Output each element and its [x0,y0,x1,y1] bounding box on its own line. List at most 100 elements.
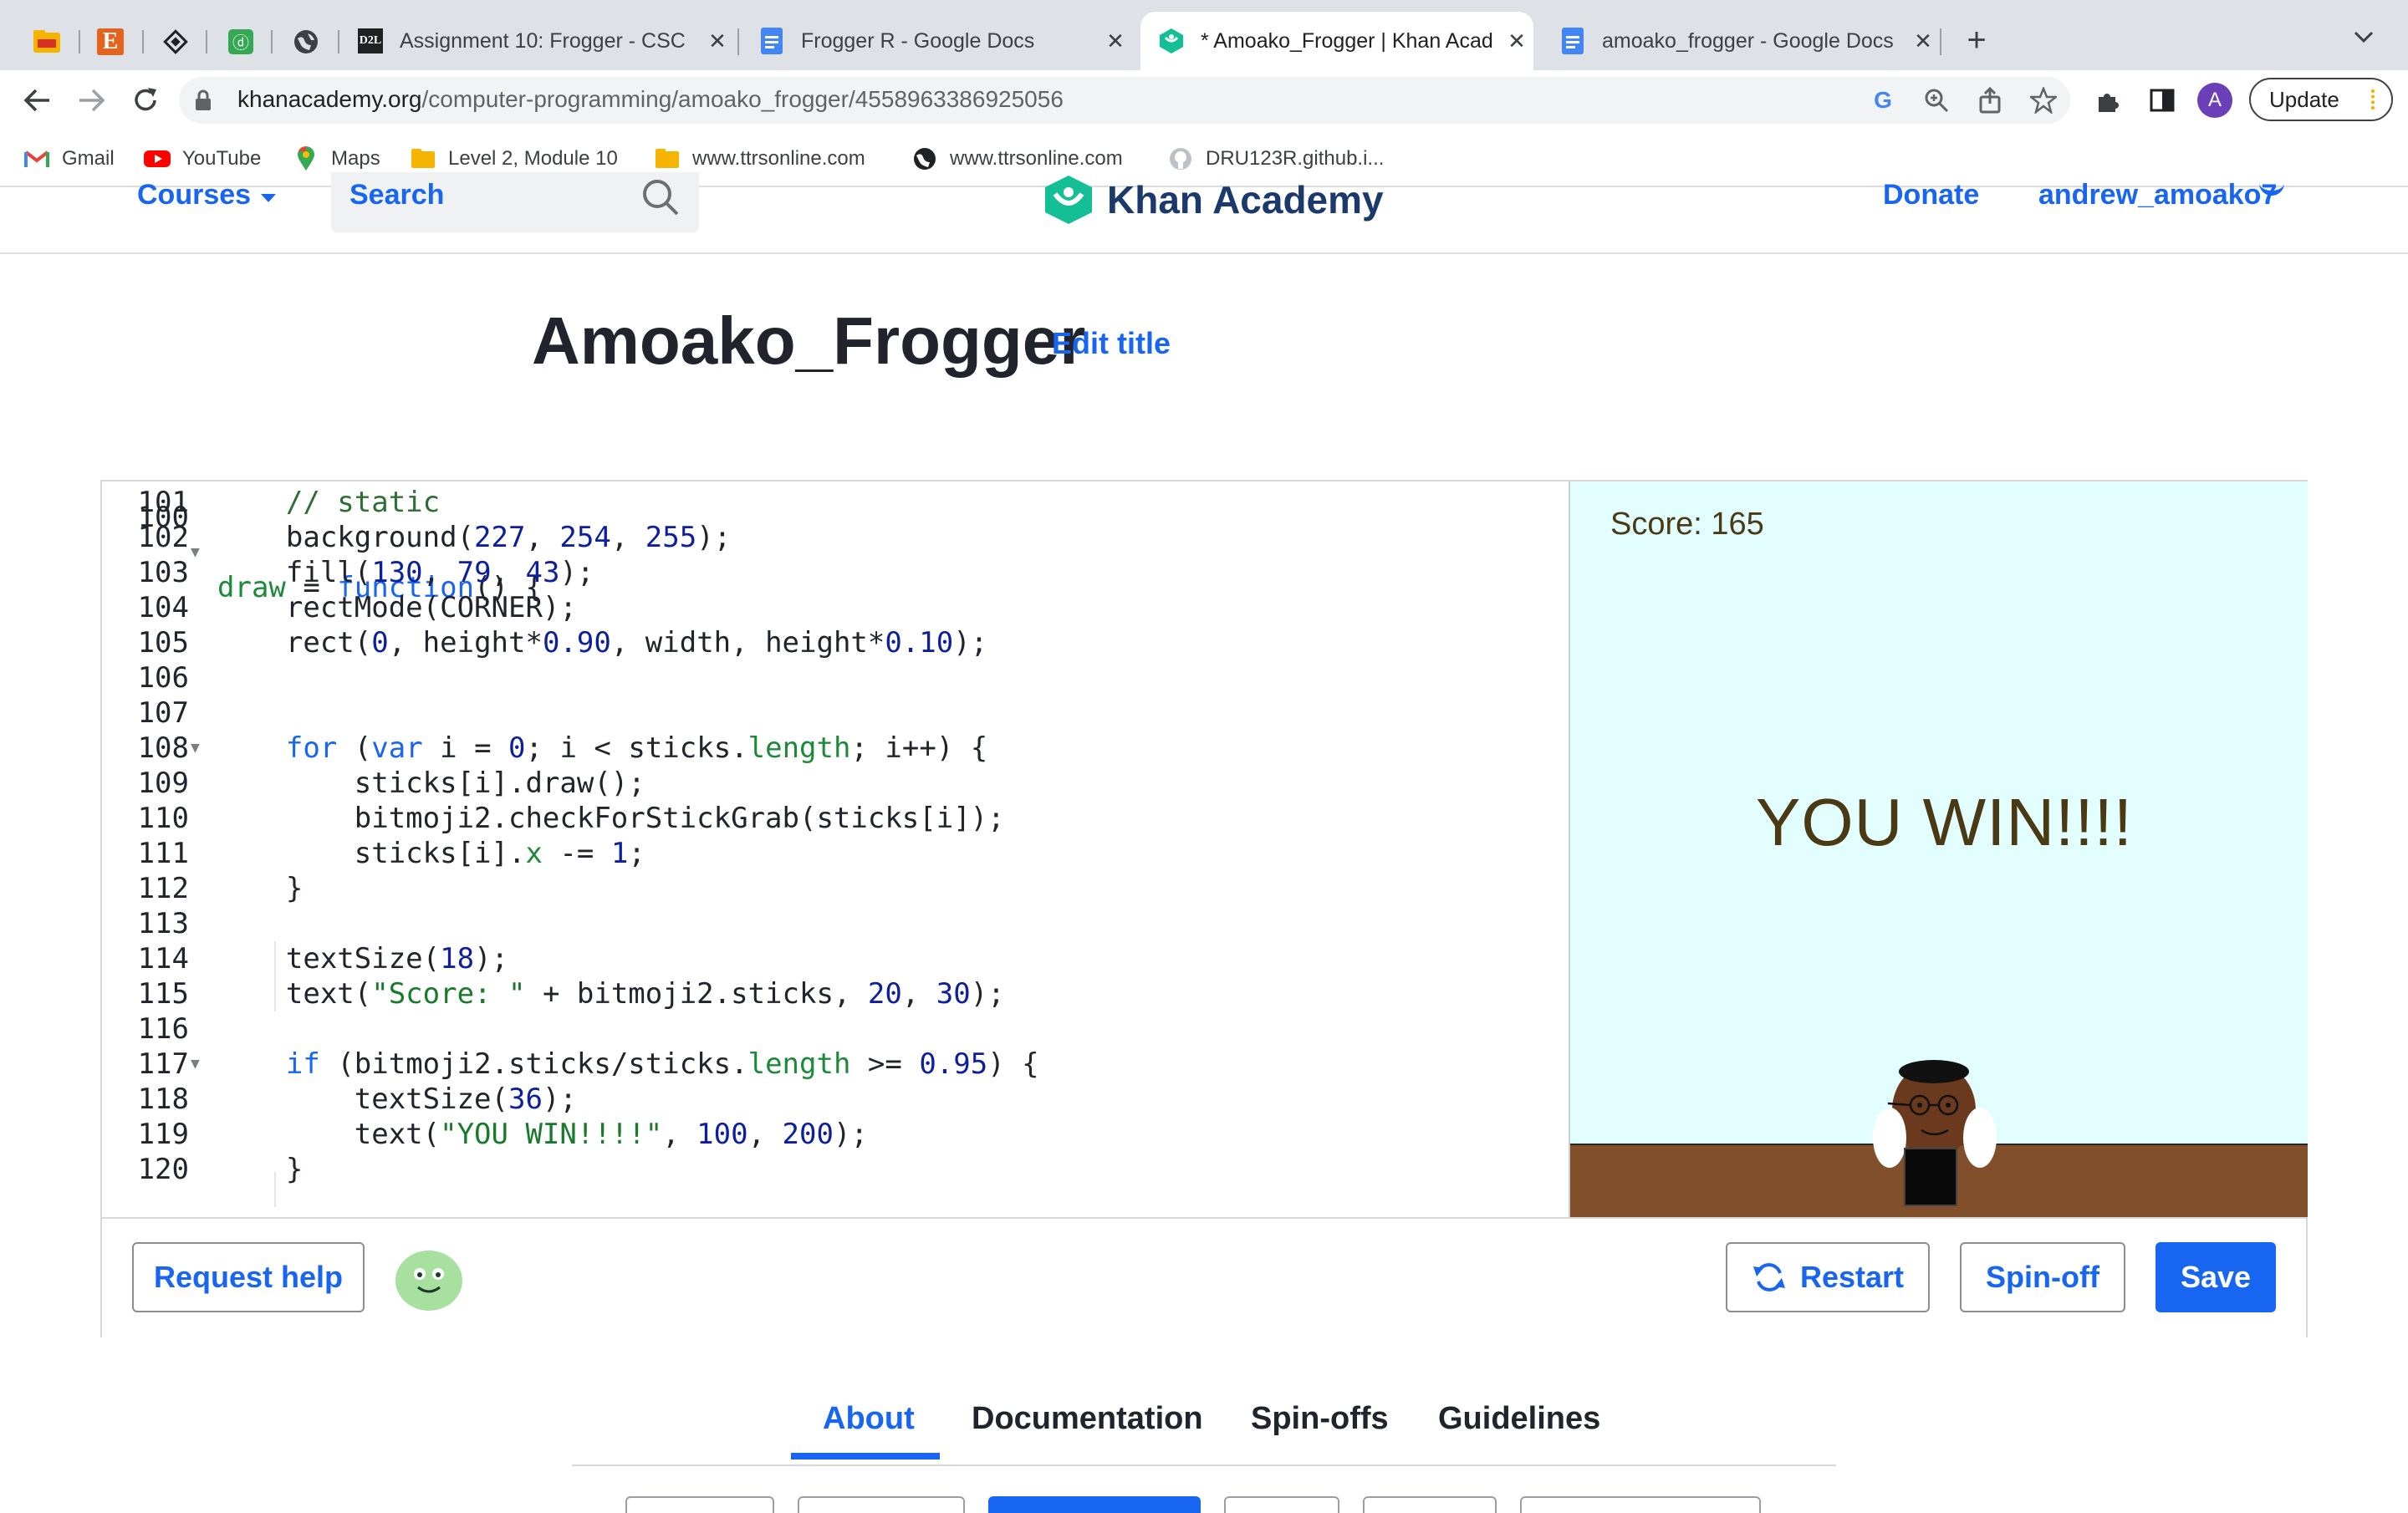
code-line[interactable]: 120 } [102,1152,1569,1187]
code-line[interactable]: 101 // static [102,485,1569,520]
google-icon[interactable]: G [1866,84,1900,117]
code-line[interactable]: 103 fill(130, 79, 43); [102,555,1569,590]
pinned-tab-folder[interactable] [27,22,67,62]
donate-link[interactable]: Donate [1883,179,1979,211]
fold-arrow-icon[interactable]: ▼ [191,731,200,766]
close-icon[interactable]: ✕ [1500,28,1533,54]
reload-button[interactable] [125,80,166,120]
tab-about[interactable]: About [823,1401,915,1437]
code-line[interactable]: 117 ▼ if (bitmoji2.sticks/sticks.length >… [102,1047,1569,1082]
code-line[interactable]: 110 bitmoji2.checkForStickGrab(sticks[i]… [102,801,1569,836]
code-line[interactable]: 106 [102,660,1569,695]
tab-frogger-r[interactable]: Frogger R - Google Docs ✕ [741,12,1132,70]
code-line[interactable]: 118 textSize(36); [102,1082,1569,1117]
tab-khan-academy[interactable]: * Amoako_Frogger | Khan Acad ✕ [1140,12,1533,70]
close-icon[interactable]: ✕ [701,28,734,54]
bookmark-level2[interactable]: Level 2, Module 10 [410,142,618,176]
code-text: textSize(18); [217,942,509,976]
code-line[interactable]: 102 background(227, 254, 255); [102,520,1569,555]
pill-button-active[interactable] [988,1496,1201,1513]
request-help-button[interactable]: Request help [132,1242,365,1312]
pinned-tab-diamond[interactable] [156,22,196,62]
line-number: 109 [137,767,189,800]
extensions-icon[interactable] [2092,84,2125,117]
close-icon[interactable]: ✕ [1906,28,1940,54]
url-text[interactable]: khanacademy.org/computer-programming/amo… [237,86,1064,113]
courses-menu[interactable]: Courses [137,179,278,211]
code-line[interactable]: 116 [102,1011,1569,1047]
profile-avatar[interactable]: A [2197,83,2232,118]
tab-assignment[interactable]: D2L Assignment 10: Frogger - CSC ✕ [339,12,734,70]
google-docs-icon [758,27,786,55]
app-icon: ⓓ [228,29,253,54]
code-line[interactable]: 112 } [102,871,1569,906]
program-output-canvas[interactable]: Score: 165 YOU WIN!!!! [1569,481,2308,1217]
pinned-tab-e[interactable]: E [90,22,130,62]
edit-title-link[interactable]: Edit title [1052,326,1171,361]
back-button[interactable] [17,80,57,120]
save-button[interactable]: Save [2155,1242,2276,1312]
avatar[interactable] [393,1244,465,1318]
github-icon [1167,145,1194,172]
code-line[interactable]: 114 textSize(18); [102,941,1569,976]
tab-search-chevron-icon[interactable] [2353,25,2375,51]
code-line[interactable]: 119 text("YOU WIN!!!!", 100, 200); [102,1117,1569,1152]
tab-guidelines[interactable]: Guidelines [1438,1401,1600,1437]
code-line[interactable]: 111 sticks[i].x -= 1; [102,836,1569,871]
search-placeholder: Search [349,179,445,211]
tab-spin-offs[interactable]: Spin-offs [1251,1401,1389,1437]
star-icon[interactable] [2027,84,2060,117]
maps-icon [293,145,319,172]
zoom-icon[interactable] [1920,84,1953,117]
bookmark-ttrs-1[interactable]: www.ttrsonline.com [654,142,865,176]
khan-academy-logo[interactable]: Khan Academy [1043,174,1384,226]
update-button[interactable]: Update [2249,78,2393,121]
code-line[interactable]: 105 rect(0, height*0.90, width, height*0… [102,625,1569,660]
restart-button[interactable]: Restart [1726,1242,1930,1312]
tab-documentation[interactable]: Documentation [972,1401,1203,1437]
code-line[interactable]: 113 [102,906,1569,941]
new-tab-button[interactable]: + [1956,22,1997,59]
code-line[interactable]: 107 [102,695,1569,731]
spin-off-button[interactable]: Spin-off [1960,1242,2125,1312]
code-text: textSize(36); [217,1083,577,1116]
fold-arrow-icon[interactable]: ▼ [191,1047,200,1082]
bookmark-label: YouTube [182,147,262,170]
pinned-tab-globe[interactable] [286,22,326,62]
pill-button[interactable] [798,1496,965,1513]
code-text: background(227, 254, 255); [217,521,732,554]
bookmark-gmail[interactable]: Gmail [23,142,115,176]
pill-button[interactable] [1224,1496,1339,1513]
code-editor[interactable]: 100 ▼ draw = function() { 101 // static 1… [102,481,1569,1217]
user-menu[interactable]: andrew_amoako7 [2038,179,2277,211]
indent-guide [274,1172,276,1207]
code-line[interactable]: 115 text("Score: " + bitmoji2.sticks, 20… [102,976,1569,1011]
search-icon[interactable] [640,177,681,222]
active-tab-indicator [791,1453,940,1460]
side-panel-icon[interactable] [2145,84,2179,117]
bookmark-ttrs-2[interactable]: www.ttrsonline.com [911,142,1123,176]
tab-amoako-frogger-doc[interactable]: amoako_frogger - Google Docs ✕ [1542,12,1940,70]
pill-button[interactable] [1363,1496,1497,1513]
share-icon[interactable] [1973,84,2007,117]
close-icon[interactable]: ✕ [1099,28,1132,54]
bookmark-label: Maps [331,147,380,170]
bookmark-label: Level 2, Module 10 [448,147,618,170]
tab-separator [142,30,144,53]
code-text: } [217,1153,304,1186]
bookmark-github[interactable]: DRU123R.github.i... [1167,142,1384,176]
forward-button[interactable] [72,80,112,120]
code-text: if (bitmoji2.sticks/sticks.length >= 0.9… [285,1047,1039,1081]
lock-icon[interactable] [194,89,212,116]
pinned-tab-app[interactable]: ⓓ [221,22,261,62]
code-line[interactable]: 109 sticks[i].draw(); [102,766,1569,801]
bookmark-maps[interactable]: Maps [293,142,380,176]
code-line[interactable]: 104 rectMode(CORNER); [102,590,1569,625]
bookmark-youtube[interactable]: YouTube [144,142,261,176]
line-number: 105 [137,626,189,660]
forward-arrow-icon [79,89,105,112]
update-label: Update [2269,86,2339,112]
pill-button[interactable] [625,1496,774,1513]
pill-button[interactable] [1520,1496,1761,1513]
code-line[interactable]: 108 ▼ for (var i = 0; i < sticks.length; … [102,731,1569,766]
